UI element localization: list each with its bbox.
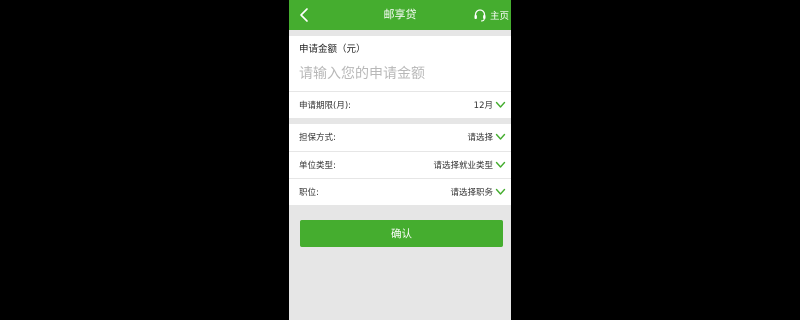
employer-type-label: 单位类型: <box>299 161 336 171</box>
position-value: 请选择职务 <box>450 188 493 198</box>
chevron-down-icon <box>495 188 506 195</box>
chevron-down-icon <box>495 161 506 168</box>
position-select-row[interactable]: 职位: 请选择职务 <box>289 179 511 205</box>
guarantee-select-row[interactable]: 担保方式: 请选择 <box>289 124 511 150</box>
phone-screen: 邮享贷 主页 申请金额（元） 申请期限(月): 12月 担保方式: 请选择 <box>289 0 511 320</box>
chevron-down-icon <box>495 133 506 140</box>
app-header: 邮享贷 主页 <box>289 0 511 30</box>
amount-section: 申请金额（元） 申请期限(月): 12月 <box>289 36 511 118</box>
confirm-button[interactable]: 确认 <box>300 220 503 247</box>
amount-input[interactable] <box>297 62 501 86</box>
employer-type-value: 请选择就业类型 <box>433 161 493 171</box>
home-button[interactable]: 主页 <box>473 5 509 25</box>
headset-icon <box>474 9 486 22</box>
guarantee-value: 请选择 <box>467 133 493 143</box>
guarantee-label: 担保方式: <box>299 133 336 143</box>
details-section: 担保方式: 请选择 单位类型: 请选择就业类型 职位: 请选择职务 <box>289 124 511 205</box>
position-label: 职位: <box>299 188 319 198</box>
term-value: 12月 <box>473 101 493 111</box>
amount-label: 申请金额（元） <box>299 44 366 55</box>
home-label: 主页 <box>489 11 509 22</box>
employer-type-select-row[interactable]: 单位类型: 请选择就业类型 <box>289 152 511 178</box>
chevron-down-icon <box>495 101 506 108</box>
term-select-row[interactable]: 申请期限(月): 12月 <box>289 92 511 118</box>
term-label: 申请期限(月): <box>299 101 351 111</box>
